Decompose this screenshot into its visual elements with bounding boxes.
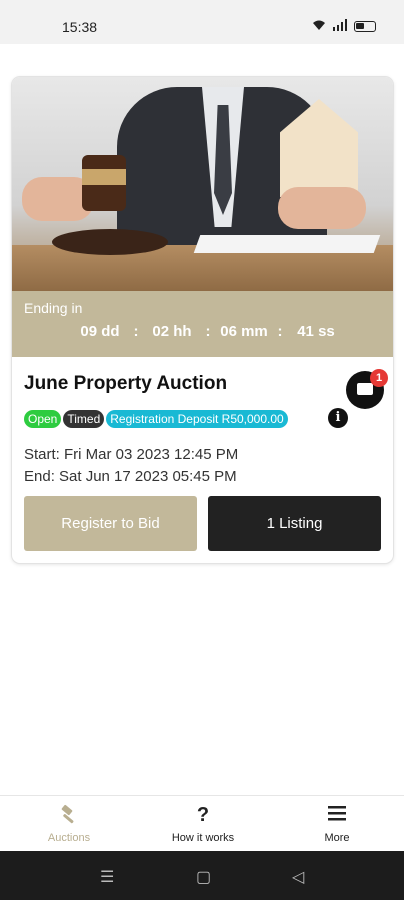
- status-icons: [312, 18, 376, 34]
- auction-tags: Open Timed Registration Deposit R50,000.…: [24, 410, 288, 428]
- nav-label-auctions: Auctions: [47, 832, 91, 844]
- auction-title: June Property Auction: [24, 373, 228, 394]
- nav-item-more[interactable]: More: [282, 796, 392, 852]
- info-icon[interactable]: i: [328, 408, 348, 428]
- question-icon: ?: [196, 804, 210, 826]
- status-time: 15:38: [62, 19, 98, 35]
- bottom-navigation: Auctions ? How it works More: [0, 795, 404, 852]
- nav-label-how-it-works: How it works: [171, 832, 235, 844]
- timer-hours: 02 hh: [152, 323, 192, 340]
- timer-separator: :: [133, 323, 139, 340]
- chat-badge: 1: [370, 369, 388, 387]
- timer-values: 09 dd : 02 hh : 06 mm : 41 ss: [74, 323, 342, 340]
- recents-icon[interactable]: ☰: [100, 867, 114, 887]
- start-date: Start: Fri Mar 03 2023 12:45 PM: [24, 446, 239, 463]
- auction-image: [12, 77, 393, 291]
- timer-minutes: 06 mm: [220, 323, 268, 340]
- status-bar: 15:38: [0, 0, 404, 44]
- home-icon[interactable]: ▢: [196, 867, 211, 887]
- status-badge-timed: Timed: [63, 410, 105, 428]
- countdown-timer: Ending in 09 dd : 02 hh : 06 mm : 41 ss: [12, 291, 393, 357]
- timer-separator: :: [205, 323, 211, 340]
- deposit-badge: Registration Deposit R50,000.00: [106, 410, 288, 428]
- nav-label-more: More: [324, 832, 350, 844]
- end-date: End: Sat Jun 17 2023 05:45 PM: [24, 468, 237, 485]
- timer-days: 09 dd: [80, 323, 120, 340]
- nav-item-auctions[interactable]: Auctions: [14, 796, 124, 852]
- system-navigation-bar: ☰ ▢ ◁: [0, 851, 404, 900]
- register-to-bid-button[interactable]: Register to Bid: [24, 496, 197, 551]
- menu-icon: [282, 804, 392, 826]
- back-icon[interactable]: ◁: [292, 867, 304, 887]
- nav-item-how-it-works[interactable]: ? How it works: [148, 796, 258, 852]
- timer-label: Ending in: [24, 300, 83, 316]
- auction-dates: Start: Fri Mar 03 2023 12:45 PM End: Sat…: [24, 444, 238, 488]
- listing-button[interactable]: 1 Listing: [208, 496, 381, 551]
- chat-icon: [357, 383, 373, 395]
- timer-seconds: 41 ss: [297, 323, 335, 340]
- wifi-icon: [312, 18, 326, 34]
- timer-separator: :: [277, 323, 283, 340]
- battery-icon: [354, 20, 376, 32]
- status-badge-open: Open: [24, 410, 62, 428]
- gavel-icon: [14, 804, 124, 826]
- auction-card[interactable]: Ending in 09 dd : 02 hh : 06 mm : 41 ss …: [12, 77, 393, 563]
- signal-icon: [332, 18, 348, 34]
